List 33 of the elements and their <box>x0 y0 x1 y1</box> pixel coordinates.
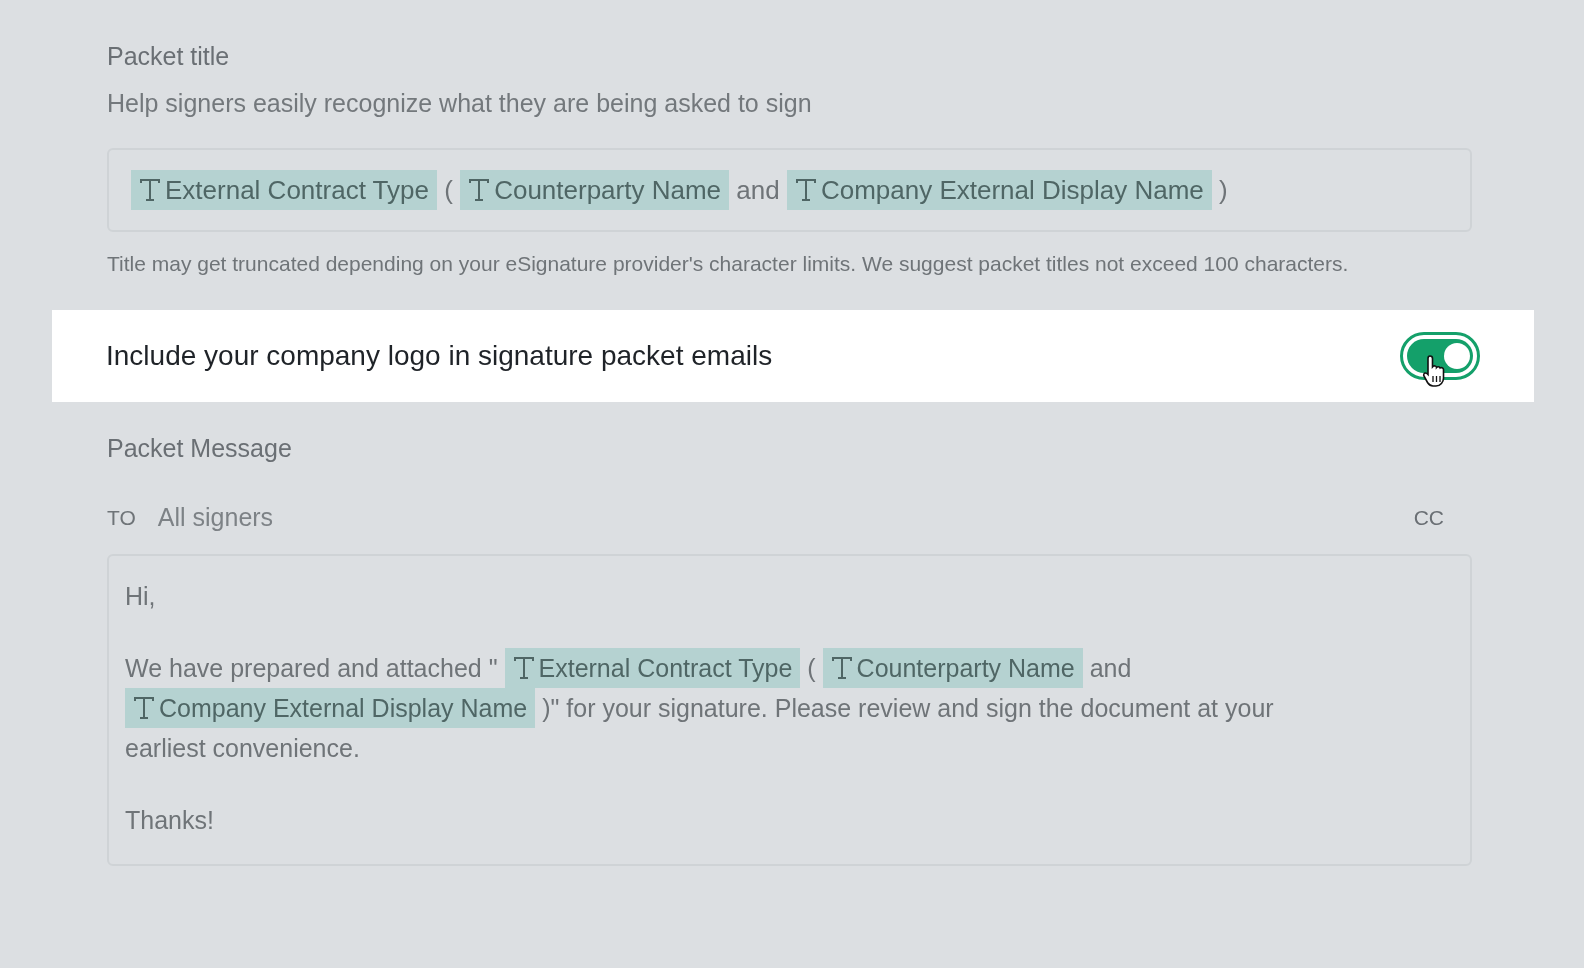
title-text: ( <box>444 174 453 207</box>
cc-button[interactable]: CC <box>1413 505 1444 530</box>
variable-chip[interactable]: External Contract Type <box>504 648 801 688</box>
variable-chip[interactable]: Company External Display Name <box>125 688 536 728</box>
text-type-icon <box>468 178 491 202</box>
text-type-icon <box>133 696 155 720</box>
title-text: and <box>736 174 780 207</box>
message-text: ( <box>807 653 816 684</box>
message-text: We have prepared and attached " <box>125 653 498 684</box>
section-description: Help signers easily recognize what they are being asked to sign <box>107 89 813 118</box>
text-type-icon <box>139 178 161 202</box>
section-label: Packet Message <box>107 434 293 463</box>
text-type-icon <box>830 656 853 680</box>
recipients-field[interactable]: All signers <box>157 503 1414 532</box>
variable-chip[interactable]: Counterparty Name <box>822 648 1083 688</box>
message-field[interactable] <box>107 554 1472 866</box>
message-text: and <box>1089 653 1132 684</box>
to-label: TO <box>107 505 136 530</box>
section-label: Packet title <box>107 42 231 71</box>
text-type-icon <box>512 656 535 680</box>
hint-text: Title may get truncated depending on your eSignature provider's character limits. We suggest packet titles not exceed 100 characters. <box>107 251 1350 277</box>
logo-toggle[interactable] <box>1400 332 1480 380</box>
title-input-field[interactable]: External Contract Type ( Counterparty Name and Company External Display Name ) <box>107 148 1472 232</box>
message-text: Thanks! <box>125 805 214 836</box>
toggle-label: Include your company logo in signature packet emails <box>106 340 773 372</box>
message-text: earliest convenience. <box>125 733 360 764</box>
message-text: )" for your signature. Please review and sign the document at your <box>542 693 1274 724</box>
variable-chip[interactable]: External Contract Type <box>131 170 437 210</box>
title-text: ) <box>1219 174 1228 207</box>
variable-chip[interactable]: Company External Display Name <box>786 170 1212 210</box>
message-text: Hi, <box>125 581 156 612</box>
text-type-icon <box>794 178 817 202</box>
variable-chip[interactable]: Counterparty Name <box>460 170 730 210</box>
